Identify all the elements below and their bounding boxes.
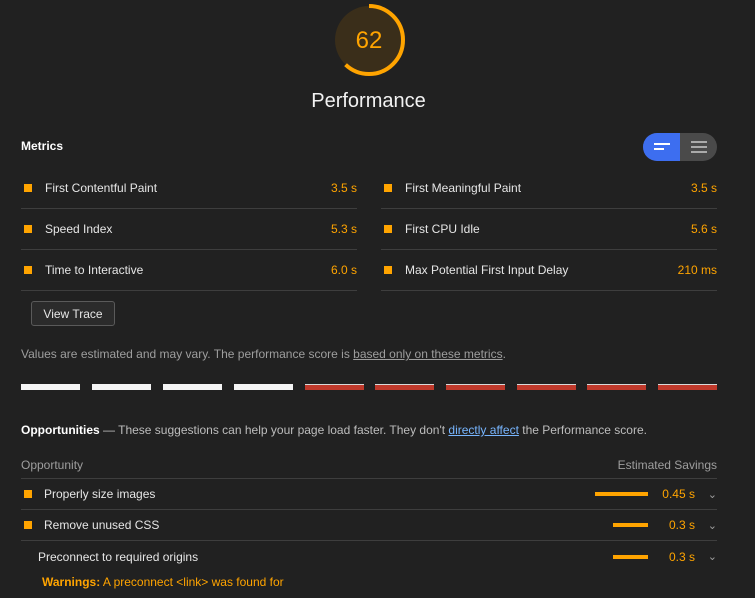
average-indicator-icon: [24, 266, 32, 274]
filmstrip-frame: [21, 384, 80, 390]
opportunity-row-expanded[interactable]: Preconnect to required origins 0.3 s ⌄: [21, 541, 717, 572]
opportunities-desc-suffix: the Performance score.: [518, 423, 647, 437]
opportunity-row[interactable]: Remove unused CSS 0.3 s ⌄: [21, 510, 717, 541]
savings-value: 0.45 s: [662, 487, 695, 501]
note-suffix: .: [502, 347, 506, 361]
metric-value: 5.3 s: [330, 222, 357, 236]
estimate-note: Values are estimated and may vary. The p…: [21, 347, 506, 361]
metric-value: 5.6 s: [690, 222, 717, 236]
savings-bar: [595, 492, 648, 496]
average-indicator-icon: [384, 266, 392, 274]
opportunity-title: Properly size images: [44, 487, 156, 501]
metric-label: First Meaningful Paint: [405, 181, 522, 195]
filmstrip-frame: [517, 384, 576, 390]
metric-max-potential-fid: Max Potential First Input Delay 210 ms: [381, 250, 717, 291]
opportunities-desc: — These suggestions can help your page l…: [99, 423, 449, 437]
column-opportunity: Opportunity: [21, 458, 84, 472]
chevron-down-icon[interactable]: ⌄: [695, 550, 717, 563]
savings-bar: [613, 554, 648, 559]
warning-label: Warnings:: [42, 575, 101, 589]
average-indicator-icon: [24, 184, 32, 192]
savings-bar: [613, 523, 648, 527]
metric-label: Speed Index: [45, 222, 113, 236]
average-indicator-icon: [384, 225, 392, 233]
metric-value: 210 ms: [677, 263, 717, 277]
warning-text: A preconnect <link> was found for: [100, 575, 284, 589]
chevron-down-icon[interactable]: ⌄: [695, 488, 717, 501]
opportunities-heading: Opportunities — These suggestions can he…: [21, 423, 647, 437]
average-indicator-icon: [24, 521, 32, 529]
opportunities-title: Opportunities: [21, 423, 100, 437]
metrics-link[interactable]: based only on these metrics: [353, 347, 502, 361]
metric-value: 3.5 s: [330, 181, 357, 195]
opportunities-table-header: Opportunity Estimated Savings: [21, 454, 717, 479]
filmstrip-frame: [163, 384, 222, 390]
savings-value: 0.3 s: [668, 549, 695, 564]
filmstrip-frame: [305, 384, 364, 390]
metric-value: 3.5 s: [690, 181, 717, 195]
chevron-down-icon[interactable]: ⌄: [695, 519, 717, 532]
category-title: Performance: [311, 90, 426, 112]
metric-value: 6.0 s: [330, 263, 357, 277]
metric-time-to-interactive: Time to Interactive 6.0 s: [21, 250, 357, 291]
metric-first-cpu-idle: First CPU Idle 5.6 s: [381, 209, 717, 250]
average-indicator-icon: [24, 225, 32, 233]
directly-affect-link[interactable]: directly affect: [448, 423, 518, 437]
score-gauge: 62: [333, 4, 405, 76]
score-value: 62: [356, 27, 383, 54]
opportunity-row[interactable]: Properly size images 0.45 s ⌄: [21, 479, 717, 510]
metric-label: Max Potential First Input Delay: [405, 263, 569, 277]
savings-value: 0.3 s: [668, 518, 695, 532]
metric-label: Time to Interactive: [45, 263, 144, 277]
metric-view-toggle[interactable]: [643, 133, 717, 161]
metric-label: First CPU Idle: [405, 222, 480, 236]
filmstrip-frame: [446, 384, 505, 390]
note-text: Values are estimated and may vary. The p…: [21, 347, 354, 361]
metrics-heading: Metrics: [21, 139, 64, 153]
metric-first-contentful-paint: First Contentful Paint 3.5 s: [21, 168, 357, 209]
warning-message: Warnings: A preconnect <link> was found …: [42, 575, 284, 589]
filmstrip-frame: [375, 384, 434, 390]
average-indicator-icon: [24, 490, 32, 498]
opportunity-title: Preconnect to required origins: [38, 549, 199, 564]
filmstrip-frame: [587, 384, 646, 390]
compact-list-icon[interactable]: [643, 133, 680, 161]
filmstrip-frame: [658, 384, 717, 390]
metric-speed-index: Speed Index 5.3 s: [21, 209, 357, 250]
expanded-list-icon[interactable]: [680, 133, 717, 161]
average-indicator-icon: [384, 184, 392, 192]
metric-first-meaningful-paint: First Meaningful Paint 3.5 s: [381, 168, 717, 209]
opportunity-title: Remove unused CSS: [44, 518, 160, 532]
metric-label: First Contentful Paint: [45, 181, 158, 195]
filmstrip-frame: [92, 384, 151, 390]
filmstrip-frame: [234, 384, 293, 390]
column-estimated-savings: Estimated Savings: [617, 458, 717, 472]
view-trace-button[interactable]: View Trace: [31, 301, 115, 326]
